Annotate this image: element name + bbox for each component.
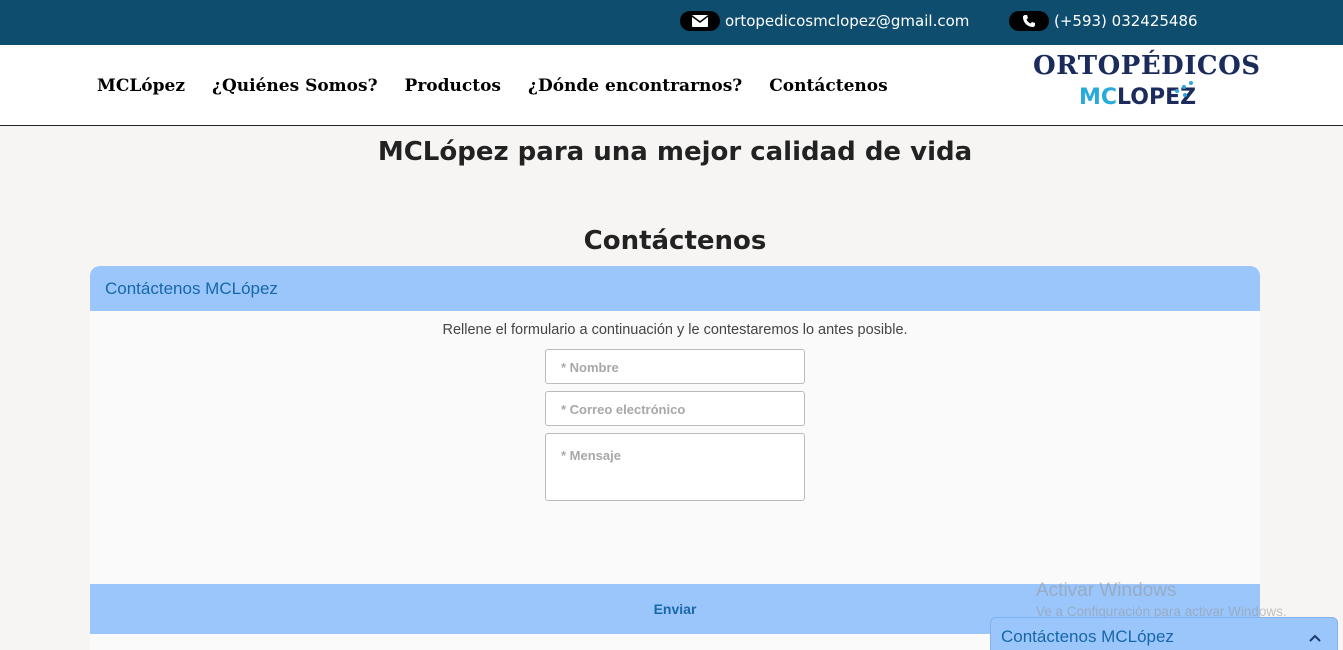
brand-logo[interactable]: ORTOPÉDICOS MCLOPEZ [1033, 51, 1260, 117]
nav-item-location[interactable]: ¿Dónde encontrarnos? [528, 76, 742, 96]
logo-dot [1175, 89, 1179, 93]
message-textarea[interactable]: * Mensaje [545, 433, 805, 501]
logo-dot [1189, 81, 1193, 85]
name-input[interactable]: * Nombre [545, 349, 805, 384]
nav-item-home[interactable]: MCLópez [97, 76, 185, 96]
windows-activation-title: Activar Windows [1036, 580, 1177, 601]
envelope-icon [680, 11, 720, 31]
contact-email[interactable]: ortopedicosmclopez@gmail.com [725, 12, 969, 30]
page-heading: MCLópez para una mejor calidad de vida [377, 137, 973, 167]
phone-icon [1009, 11, 1049, 31]
chevron-up-icon[interactable] [1309, 628, 1321, 648]
logo-title: ORTOPÉDICOS [1033, 51, 1261, 81]
nav-item-contact[interactable]: Contáctenos [769, 76, 887, 96]
top-bar: ortopedicosmclopez@gmail.com (+593) 0324… [0, 0, 1343, 45]
chat-label: Contáctenos MCLópez [1001, 627, 1174, 646]
nav-menu: MCLópez ¿Quiénes Somos? Productos ¿Dónde… [97, 76, 915, 96]
chat-widget[interactable]: Contáctenos MCLópez [990, 617, 1338, 650]
logo-dot [1183, 93, 1187, 97]
nav-item-products[interactable]: Productos [405, 76, 501, 96]
form-header: Contáctenos MCLópez [90, 266, 1260, 311]
contact-phone[interactable]: (+593) 032425486 [1054, 12, 1198, 30]
nav-item-about[interactable]: ¿Quiénes Somos? [212, 76, 378, 96]
logo-dot [1182, 85, 1186, 89]
logo-subtitle-mc: MC [1079, 85, 1118, 110]
email-field[interactable]: * Correo electrónico [545, 391, 805, 426]
form-intro: Rellene el formulario a continuación y l… [442, 322, 908, 338]
section-title: Contáctenos [583, 226, 767, 256]
main-navbar: MCLópez ¿Quiénes Somos? Productos ¿Dónde… [0, 45, 1343, 126]
